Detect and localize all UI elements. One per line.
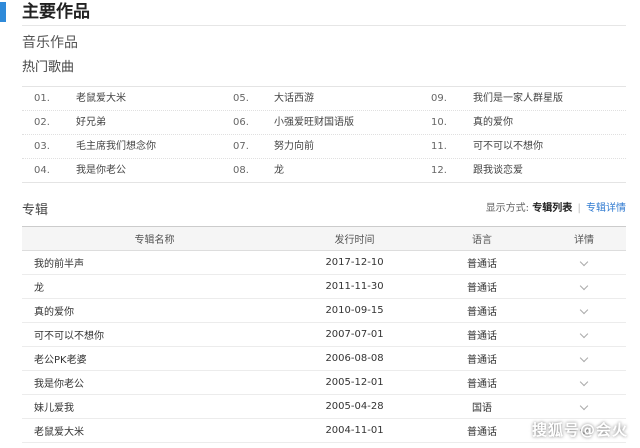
detail-cell [542,322,626,347]
song-number: 04. [34,165,50,176]
song-number: 07. [233,141,249,152]
song-number: 02. [34,117,50,128]
detail-cell [542,250,626,275]
song-number: 12. [431,165,447,176]
album-name[interactable]: 妹儿爱我 [22,394,287,419]
album-language: 普通话 [422,418,542,443]
song-number: 09. [431,93,447,104]
detail-cell [542,394,626,419]
album-table-header: 专辑名称 发行时间 语言 详情 [22,226,626,251]
song-number: 06. [233,117,249,128]
album-language: 国语 [422,394,542,419]
album-name[interactable]: 我是你老公 [22,370,287,395]
release-date: 2010-09-15 [287,298,422,323]
table-row: 龙 2011-11-30 普通话 [22,274,626,299]
song-link[interactable]: 我是你老公 [76,159,126,183]
release-date: 2005-12-01 [287,370,422,395]
chevron-down-icon[interactable] [579,329,589,339]
song-link[interactable]: 小强爱旺财国语版 [274,111,354,135]
song-row: 04. 我是你老公 08. 龙 12. 跟我谈恋爱 [22,159,626,183]
song-row: 03. 毛主席我们想念你 07. 努力向前 11. 可不可以不想你 [22,135,626,159]
song-number: 05. [233,93,249,104]
song-link[interactable]: 老鼠爱大米 [76,87,126,111]
album-language: 普通话 [422,346,542,371]
album-name[interactable]: 老鼠爱大米 [22,418,287,443]
detail-cell [542,346,626,371]
album-table: 专辑名称 发行时间 语言 详情 我的前半声 2017-12-10 普通话 龙 2… [22,226,626,443]
album-list-mode[interactable]: 专辑列表 [532,203,572,214]
album-language: 普通话 [422,274,542,299]
song-number: 03. [34,141,50,152]
chevron-down-icon[interactable] [579,257,589,267]
song-link[interactable]: 好兄弟 [76,111,106,135]
release-date: 2006-08-08 [287,346,422,371]
song-row: 01. 老鼠爱大米 05. 大话西游 09. 我们是一家人群星版 [22,87,626,111]
song-link[interactable]: 大话西游 [274,87,314,111]
song-number: 08. [233,165,249,176]
chevron-down-icon[interactable] [579,305,589,315]
release-date: 2011-11-30 [287,274,422,299]
song-link[interactable]: 龙 [274,159,284,183]
album-language: 普通话 [422,370,542,395]
table-row: 妹儿爱我 2005-04-28 国语 [22,394,626,419]
music-works-heading: 音乐作品 [22,35,78,51]
release-date: 2004-11-01 [287,418,422,443]
detail-cell [542,298,626,323]
release-date: 2007-07-01 [287,322,422,347]
album-name[interactable]: 可不可以不想你 [22,322,287,347]
header-language: 语言 [422,226,542,251]
album-name[interactable]: 真的爱你 [22,298,287,323]
chevron-down-icon[interactable] [579,377,589,387]
display-mode-label: 显示方式: [485,203,530,214]
chevron-down-icon[interactable] [579,401,589,411]
song-number: 11. [431,141,447,152]
table-row: 我是你老公 2005-12-01 普通话 [22,370,626,395]
header-release-date: 发行时间 [287,226,422,251]
song-link[interactable]: 毛主席我们想念你 [76,135,156,159]
album-name[interactable]: 龙 [22,274,287,299]
albums-heading: 专辑 [22,203,49,218]
release-date: 2017-12-10 [287,250,422,275]
detail-cell [542,274,626,299]
song-link[interactable]: 可不可以不想你 [473,135,543,159]
table-row: 可不可以不想你 2007-07-01 普通话 [22,322,626,347]
release-date: 2005-04-28 [287,394,422,419]
page-title: 主要作品 [22,2,90,22]
section-accent-bar [0,2,6,22]
watermark: 搜狐号@会火 [531,421,628,439]
album-name[interactable]: 我的前半声 [22,250,287,275]
hot-songs-heading: 热门歌曲 [22,60,75,75]
mode-separator: | [577,203,581,214]
header-album-name: 专辑名称 [22,226,287,251]
title-divider [22,25,626,26]
chevron-down-icon[interactable] [579,281,589,291]
header-detail: 详情 [542,226,626,251]
song-number: 10. [431,117,447,128]
song-link[interactable]: 跟我谈恋爱 [473,159,523,183]
album-detail-mode-link[interactable]: 专辑详情 [586,203,626,214]
chevron-down-icon[interactable] [579,353,589,363]
album-language: 普通话 [422,322,542,347]
song-link[interactable]: 真的爱你 [473,111,513,135]
album-language: 普通话 [422,250,542,275]
display-mode-switch: 显示方式: 专辑列表 | 专辑详情 [486,201,626,217]
table-row: 老公PK老婆 2006-08-08 普通话 [22,346,626,371]
album-language: 普通话 [422,298,542,323]
song-link[interactable]: 我们是一家人群星版 [473,87,563,111]
detail-cell [542,370,626,395]
album-name[interactable]: 老公PK老婆 [22,346,287,371]
song-number: 01. [34,93,50,104]
song-row: 02. 好兄弟 06. 小强爱旺财国语版 10. 真的爱你 [22,111,626,135]
table-row: 我的前半声 2017-12-10 普通话 [22,250,626,275]
table-row: 真的爱你 2010-09-15 普通话 [22,298,626,323]
hot-songs-list: 01. 老鼠爱大米 05. 大话西游 09. 我们是一家人群星版 02. 好兄弟… [22,86,626,183]
song-link[interactable]: 努力向前 [274,135,314,159]
